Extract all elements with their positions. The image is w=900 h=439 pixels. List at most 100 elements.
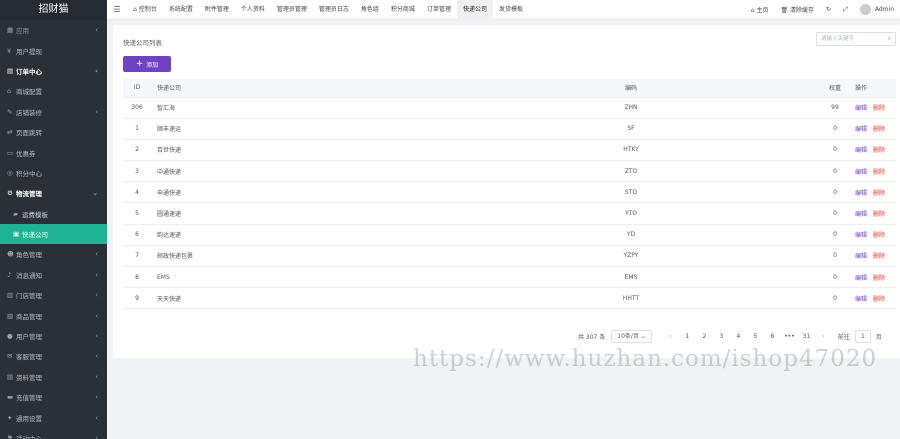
top-tab-6[interactable]: 角色组 — [355, 0, 385, 20]
top-tab-4[interactable]: 管理员管理 — [271, 0, 313, 20]
top-tab-bar: ⌂ 控制台 系统配置 附件管理 个人资料 管理员管理 管理员日志 角色组 积分商城 订单管理 快递公… — [127, 0, 529, 20]
top-tab-9[interactable]: 快递公司 — [456, 0, 493, 20]
goto-input[interactable]: 1 — [854, 329, 871, 343]
delete-button[interactable]: 删除 — [873, 211, 885, 218]
edit-button[interactable]: 编辑 — [855, 275, 867, 282]
page-number[interactable]: 3 — [713, 333, 730, 340]
top-tab-0[interactable]: ⌂ 控制台 — [127, 0, 163, 20]
top-tab-label: 控制台 — [138, 5, 157, 13]
cell-name: 申通快递 — [151, 181, 441, 204]
sidebar-item-6[interactable]: ▭ 优惠券 — [0, 142, 107, 162]
clear-cache-label: 清除缓存 — [790, 7, 815, 14]
col-sort: 权重 — [821, 79, 849, 98]
top-tab-label: 快递公司 — [462, 5, 487, 13]
sidebar-item-2[interactable]: ▤ 订单中心 ‹ — [0, 61, 107, 81]
page-size-select[interactable]: 10条/页 ⌄ — [611, 329, 652, 343]
chevron-icon: ‹ — [95, 311, 98, 320]
prev-page-icon[interactable]: ‹ — [662, 333, 679, 340]
sidebar-item-12[interactable]: ♪ 消息通知 ‹ — [0, 265, 107, 285]
top-tab-1[interactable]: 系统配置 — [163, 0, 199, 20]
fullscreen-icon[interactable]: ⤢ — [837, 6, 854, 14]
top-tab-label: 管理员日志 — [318, 5, 349, 13]
cell-code: EMS — [441, 266, 821, 289]
link-icon: ⇄ — [7, 128, 13, 137]
delete-button[interactable]: 删除 — [873, 232, 885, 239]
cell-name: 天天快递 — [151, 287, 441, 310]
edit-button[interactable]: 编辑 — [855, 105, 867, 112]
top-tab-10[interactable]: 发货模板 — [493, 0, 529, 20]
cell-ops: 编辑 删除 — [849, 118, 896, 140]
sidebar-item-13[interactable]: ▥ 门店管理 ‹ — [0, 285, 107, 305]
sidebar-item-17[interactable]: ▤ 资料管理 ‹ — [0, 367, 107, 387]
delete-button[interactable]: 删除 — [873, 253, 885, 260]
content-card: 快递公司列表 请输入关键字 ⌕ + 添加 ID 快递公司 编码 权重 操作 30… — [113, 25, 900, 358]
edit-button[interactable]: 编辑 — [855, 169, 867, 176]
top-tab-8[interactable]: 订单管理 — [421, 0, 457, 20]
sidebar-item-15[interactable]: ● 用户管理 ‹ — [0, 326, 107, 346]
cell-id: 7 — [123, 245, 151, 268]
edit-button[interactable]: 编辑 — [855, 147, 867, 154]
cell-code: HTKY — [441, 139, 821, 162]
sidebar-item-20[interactable]: ⚑ 活动中心 ‹ — [0, 428, 107, 439]
edit-button[interactable]: 编辑 — [855, 126, 867, 133]
page-number[interactable]: 4 — [730, 333, 747, 340]
edit-button[interactable]: 编辑 — [855, 190, 867, 197]
clear-cache-button[interactable]: 🗑 清除缓存 — [774, 5, 820, 14]
sidebar-item-16[interactable]: ✉ 客服管理 ‹ — [0, 346, 107, 366]
delete-button[interactable]: 删除 — [873, 275, 885, 282]
table-row: 306 智汇海 ZHN 99 编辑 删除 — [123, 97, 896, 119]
sidebar-item-11[interactable]: ☻ 角色管理 ‹ — [0, 244, 107, 264]
top-tab-7[interactable]: 积分商城 — [385, 0, 421, 20]
delete-button[interactable]: 删除 — [873, 296, 885, 303]
cell-ops: 编辑 删除 — [849, 266, 896, 289]
sidebar-item-19[interactable]: ✦ 通用设置 ‹ — [0, 407, 107, 427]
cell-name: 顺丰速运 — [151, 118, 441, 140]
col-id: ID — [123, 79, 151, 98]
delete-button[interactable]: 删除 — [873, 169, 885, 176]
sidebar-item-14[interactable]: ▧ 商品管理 ‹ — [0, 305, 107, 325]
edit-button[interactable]: 编辑 — [855, 211, 867, 218]
sidebar-item-0[interactable]: ▦ 应用 ‹ — [0, 20, 107, 40]
sidebar-item-7[interactable]: ◎ 积分中心 — [0, 163, 107, 183]
page-number[interactable]: 31 — [798, 333, 815, 340]
sidebar-item-4[interactable]: ✎ 店铺装修 ‹ — [0, 102, 107, 122]
sidebar-item-10[interactable]: ▣ 快递公司 — [0, 223, 107, 245]
sidebar-item-label: 页面跳转 — [16, 129, 42, 138]
menu-toggle-icon[interactable]: ☰ — [107, 5, 127, 14]
home-link[interactable]: ⌂ 主页 — [745, 5, 775, 14]
add-button[interactable]: + 添加 — [123, 56, 171, 72]
delete-button[interactable]: 删除 — [873, 126, 885, 133]
top-tab-label: 订单管理 — [426, 5, 451, 13]
sidebar-item-5[interactable]: ⇄ 页面跳转 — [0, 122, 107, 142]
sidebar-item-1[interactable]: ¥ 用户提现 — [0, 40, 107, 60]
delete-button[interactable]: 删除 — [873, 105, 885, 112]
cell-name: 圆通速递 — [151, 202, 441, 225]
sidebar-item-label: 运费模板 — [22, 210, 48, 219]
sidebar-item-3[interactable]: ⌂ 商城配置 — [0, 81, 107, 101]
top-tab-2[interactable]: 附件管理 — [199, 0, 235, 20]
delete-button[interactable]: 删除 — [873, 147, 885, 154]
page-number[interactable]: 2 — [696, 333, 713, 340]
page-number[interactable]: ••• — [781, 333, 798, 340]
top-tab-5[interactable]: 管理员日志 — [313, 0, 355, 20]
user-menu[interactable]: Admin — [854, 4, 900, 15]
chevron-icon: ‹ — [95, 352, 98, 361]
sidebar-item-8[interactable]: ⚙ 物流管理 ⌄ — [0, 183, 107, 203]
top-tab-3[interactable]: 个人资料 — [235, 0, 271, 20]
page-number[interactable]: 6 — [764, 333, 781, 340]
delete-button[interactable]: 删除 — [873, 190, 885, 197]
sidebar-item-9[interactable]: ▰ 运费模板 — [0, 204, 107, 224]
edit-button[interactable]: 编辑 — [855, 253, 867, 260]
cell-name: 百世快递 — [151, 139, 441, 162]
refresh-icon[interactable]: ↻ — [820, 6, 837, 13]
page-number[interactable]: 1 — [679, 333, 696, 340]
page-number[interactable]: 5 — [747, 333, 764, 340]
chevron-icon: ‹ — [95, 107, 98, 116]
cell-name: 中通快递 — [151, 160, 441, 183]
edit-button[interactable]: 编辑 — [855, 296, 867, 303]
doc-icon: ▤ — [7, 66, 14, 75]
search-input[interactable]: 请输入关键字 ⌕ — [816, 32, 896, 46]
edit-button[interactable]: 编辑 — [855, 232, 867, 239]
next-page-icon[interactable]: › — [815, 333, 832, 340]
sidebar-item-18[interactable]: ▬ 充值管理 ‹ — [0, 387, 107, 407]
